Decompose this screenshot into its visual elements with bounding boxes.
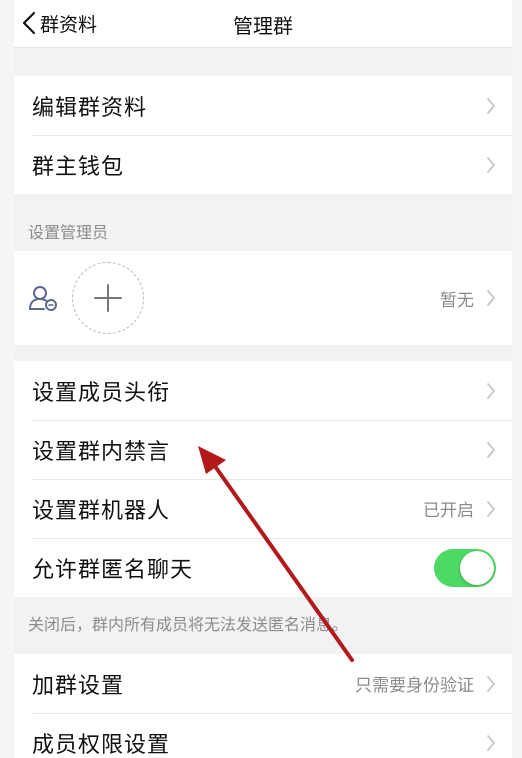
row-label: 设置群机器人	[32, 498, 171, 524]
settings-page: 群资料 管理群 编辑群资料 群主钱包 设置管理员 暂无 设置成员头衔 设置群内禁…	[14, 0, 512, 758]
row-set-admin[interactable]: 暂无	[14, 251, 512, 345]
row-member-titles[interactable]: 设置成员头衔	[14, 361, 512, 420]
group-member-settings: 设置成员头衔 设置群内禁言 设置群机器人 已开启 允许群匿名聊天	[14, 361, 512, 597]
row-label: 设置成员头衔	[32, 380, 171, 406]
add-admin-button[interactable]	[72, 262, 144, 334]
chevron-right-icon	[487, 734, 495, 751]
row-join-settings[interactable]: 加群设置 只需要身份验证	[14, 654, 512, 713]
plus-icon	[94, 284, 122, 312]
row-label: 编辑群资料	[32, 95, 148, 121]
toggle-knob	[460, 550, 494, 585]
group-basic: 编辑群资料 群主钱包	[14, 76, 512, 194]
navigation-bar: 群资料 管理群	[14, 0, 512, 48]
chevron-right-icon	[487, 97, 495, 114]
screen-frame: 群资料 管理群 编辑群资料 群主钱包 设置管理员 暂无 设置成员头衔 设置群内禁…	[0, 0, 522, 758]
row-owner-wallet[interactable]: 群主钱包	[14, 135, 512, 194]
group-join-settings: 加群设置 只需要身份验证 成员权限设置	[14, 654, 512, 758]
join-settings-value: 只需要身份验证	[355, 676, 474, 696]
row-label: 设置群内禁言	[32, 439, 171, 465]
row-anonymous-chat: 允许群匿名聊天	[14, 538, 512, 597]
robot-status: 已开启	[423, 501, 474, 521]
anonymous-chat-toggle[interactable]	[434, 548, 496, 587]
chevron-right-icon	[487, 156, 495, 173]
chevron-right-icon	[487, 675, 495, 692]
chevron-right-icon	[487, 382, 495, 399]
row-member-permissions[interactable]: 成员权限设置	[14, 713, 512, 758]
row-label: 成员权限设置	[32, 732, 171, 758]
anonymous-chat-hint: 关闭后，群内所有成员将无法发送匿名消息。	[28, 615, 349, 634]
row-group-robot[interactable]: 设置群机器人 已开启	[14, 479, 512, 538]
chevron-right-icon	[487, 500, 495, 517]
admin-person-icon	[29, 286, 57, 311]
row-label: 加群设置	[32, 673, 125, 699]
row-edit-group-info[interactable]: 编辑群资料	[14, 76, 512, 135]
chevron-right-icon	[487, 441, 495, 458]
row-label: 允许群匿名聊天	[32, 557, 194, 583]
chevron-right-icon	[487, 290, 495, 306]
admin-status: 暂无	[440, 290, 474, 311]
row-group-mute[interactable]: 设置群内禁言	[14, 420, 512, 479]
group-admin: 暂无	[14, 251, 512, 345]
row-label: 群主钱包	[32, 154, 125, 180]
page-title: 管理群	[233, 14, 293, 38]
section-caption-admin: 设置管理员	[28, 223, 109, 242]
